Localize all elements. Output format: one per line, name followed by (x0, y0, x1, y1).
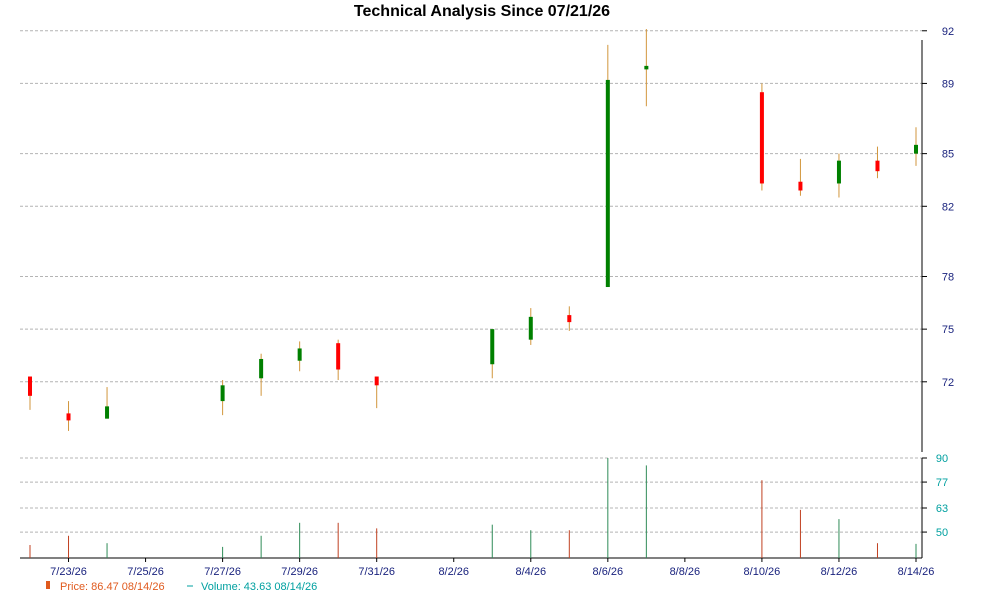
candle-body (875, 160, 880, 172)
x-tick-label: 8/10/26 (744, 566, 781, 578)
volume-tick-label: 63 (936, 503, 948, 515)
candle-body (374, 376, 379, 386)
x-tick-label: 7/23/26 (50, 566, 87, 578)
volume-tick-label: 77 (936, 477, 948, 489)
axes: 72 75 78 82 85 89 92 50 63 77 90 7/23/26 7/25/26 7/27… (20, 26, 954, 578)
legend-price-swatch (46, 581, 50, 589)
legend-price-label: Price: 86.47 08/14/26 (60, 581, 165, 593)
candle-body (836, 160, 841, 184)
candle-body (759, 92, 764, 184)
price-tick-label: 75 (942, 324, 954, 336)
candle-body (105, 406, 110, 419)
candle-body (336, 343, 341, 370)
candle-body (28, 376, 32, 396)
candle-body (297, 348, 302, 361)
candle-body (567, 315, 572, 323)
x-tick-label: 8/6/26 (593, 566, 624, 578)
legend-volume-label: Volume: 43.63 08/14/26 (201, 581, 317, 593)
grid-lines (20, 30, 922, 533)
candle-body (490, 329, 495, 365)
x-tick-label: 8/4/26 (515, 566, 546, 578)
x-tick-label: 7/29/26 (281, 566, 318, 578)
x-tick-label: 8/2/26 (438, 566, 469, 578)
price-tick-label: 72 (942, 377, 954, 389)
candle-body (66, 413, 71, 421)
x-tick-label: 8/12/26 (821, 566, 858, 578)
volume-tick-label: 50 (936, 527, 948, 539)
volume-tick-label: 90 (936, 453, 948, 465)
x-tick-label: 7/27/26 (204, 566, 241, 578)
candle-body (528, 316, 533, 340)
price-tick-label: 85 (942, 149, 954, 161)
legend: Price: 86.47 08/14/26 Volume: 43.63 08/1… (46, 581, 317, 593)
candle-body (605, 79, 610, 288)
technical-analysis-chart: Technical Analysis Since 07/21/26 72 75 78… (20, 3, 954, 593)
candle-body (259, 358, 264, 379)
candle-body (798, 181, 803, 191)
candle-body (220, 385, 225, 402)
price-tick-label: 89 (942, 78, 954, 90)
x-tick-label: 8/14/26 (898, 566, 935, 578)
x-tick-label: 7/31/26 (358, 566, 395, 578)
candle-body (644, 65, 649, 70)
price-tick-label: 92 (942, 26, 954, 38)
price-tick-label: 78 (942, 271, 954, 283)
candle-body (914, 144, 918, 154)
price-tick-label: 82 (942, 201, 954, 213)
chart-title: Technical Analysis Since 07/21/26 (354, 3, 610, 20)
x-tick-label: 8/8/26 (670, 566, 701, 578)
x-tick-label: 7/25/26 (127, 566, 164, 578)
price-candles (28, 29, 918, 431)
